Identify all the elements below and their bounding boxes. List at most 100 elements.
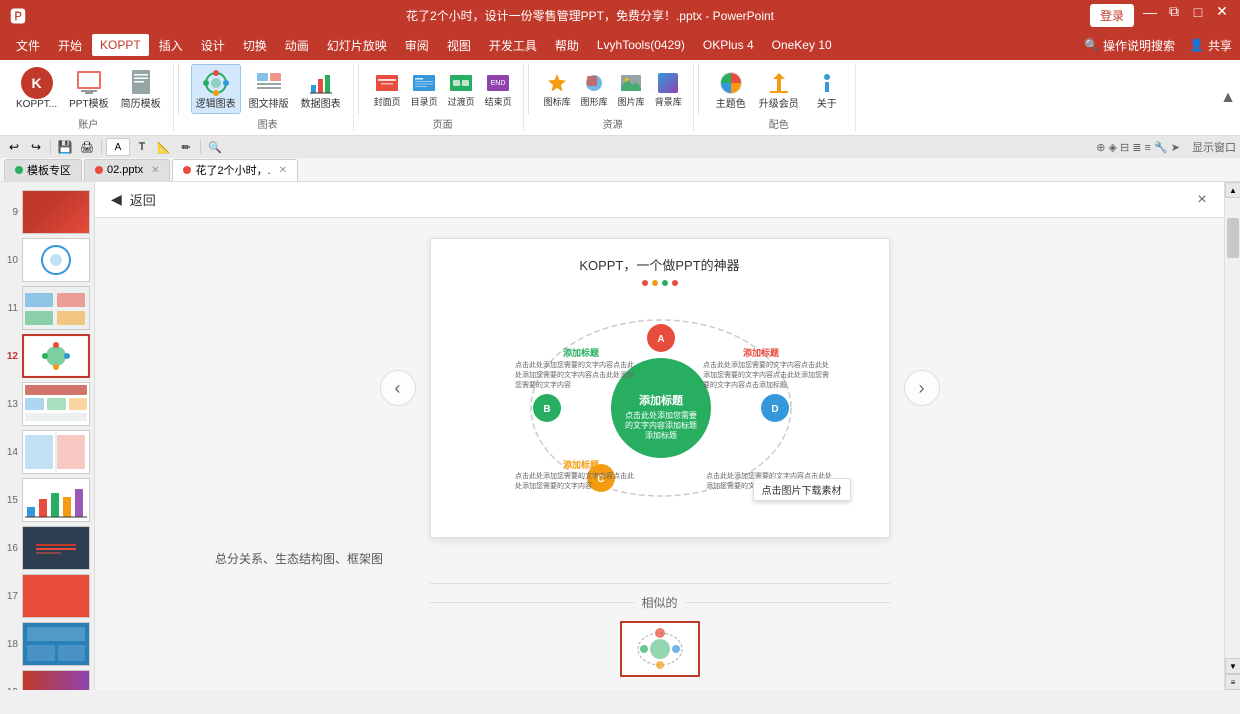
tab-02pptx[interactable]: 02.pptx ✕ bbox=[84, 159, 170, 181]
menu-developer[interactable]: 开发工具 bbox=[481, 33, 545, 58]
similar-item-1[interactable] bbox=[620, 621, 700, 677]
login-button[interactable]: 登录 bbox=[1090, 4, 1134, 27]
slide-num-15: 15 bbox=[4, 495, 18, 506]
slide-thumb-9[interactable]: 9 bbox=[4, 190, 90, 234]
tab-02-close[interactable]: ✕ bbox=[151, 165, 159, 176]
ribbon-btn-ppt-template[interactable]: PPT模板 bbox=[65, 65, 112, 113]
ribbon-btn-text-layout[interactable]: 图文排版 bbox=[245, 65, 293, 113]
tab-main-close[interactable]: ✕ bbox=[279, 165, 287, 176]
qa-font-box[interactable]: A bbox=[106, 138, 130, 156]
slide-img-17[interactable] bbox=[22, 574, 90, 618]
menu-transitions[interactable]: 切换 bbox=[235, 33, 275, 58]
menu-file[interactable]: 文件 bbox=[8, 33, 48, 58]
slide-thumb-17[interactable]: 17 bbox=[4, 574, 90, 618]
ribbon-btn-icon-lib[interactable]: 图标库 bbox=[541, 69, 574, 110]
slide-thumb-16[interactable]: 16 bbox=[4, 526, 90, 570]
ribbon-btn-catalog[interactable]: 目录页 bbox=[408, 69, 441, 110]
ribbon-btn-logic-chart[interactable]: 逻辑图表 bbox=[191, 64, 241, 114]
slide-thumb-19[interactable]: 19 bbox=[4, 670, 90, 690]
diagram-tooltip[interactable]: 点击图片下载素材 bbox=[753, 478, 851, 501]
close-preview-button[interactable]: × bbox=[1192, 190, 1212, 210]
ribbon-btn-theme[interactable]: 主题色 bbox=[711, 65, 751, 113]
qa-save[interactable]: 💾 bbox=[55, 137, 75, 157]
scroll-up-btn[interactable]: ▲ bbox=[1225, 182, 1240, 198]
slide-img-19[interactable] bbox=[22, 670, 90, 690]
qa-search[interactable]: 🔍 bbox=[205, 137, 225, 157]
qa-print[interactable]: 🖨 bbox=[77, 137, 97, 157]
about-icon bbox=[811, 67, 843, 99]
menu-onekey[interactable]: OneKey 10 bbox=[764, 34, 840, 56]
similar-section: 相似的 bbox=[430, 594, 890, 677]
menu-review[interactable]: 审阅 bbox=[397, 33, 437, 58]
search-area[interactable]: 🔍 操作说明搜索 bbox=[1084, 37, 1175, 54]
menu-design[interactable]: 设计 bbox=[193, 33, 233, 58]
minimize-button[interactable]: — bbox=[1142, 4, 1158, 20]
slide-panel[interactable]: 9 10 11 bbox=[0, 182, 95, 690]
menu-view[interactable]: 视图 bbox=[439, 33, 479, 58]
slide-thumb-12[interactable]: 12 bbox=[4, 334, 90, 378]
dot-1 bbox=[642, 280, 648, 286]
ribbon-btn-shape-lib[interactable]: 图形库 bbox=[578, 69, 611, 110]
show-panel-btn[interactable]: 显示窗口 bbox=[1192, 139, 1236, 155]
svg-text:END: END bbox=[491, 80, 506, 87]
qa-text-style[interactable]: T bbox=[132, 137, 152, 157]
slide-img-16[interactable] bbox=[22, 526, 90, 570]
ribbon-collapse-btn[interactable]: ▲ bbox=[1220, 89, 1236, 107]
scroll-down-btn[interactable]: ▼ bbox=[1225, 658, 1240, 674]
ribbon-btn-transition[interactable]: → 过渡页 bbox=[445, 69, 478, 110]
slide-img-14[interactable] bbox=[22, 430, 90, 474]
slide-num-18: 18 bbox=[4, 639, 18, 650]
slide-img-15[interactable] bbox=[22, 478, 90, 522]
scroll-extra-btn[interactable]: ≡ bbox=[1225, 674, 1240, 690]
qa-undo[interactable]: ↩ bbox=[4, 137, 24, 157]
slide-thumb-15[interactable]: 15 bbox=[4, 478, 90, 522]
slide-thumb-18[interactable]: 18 bbox=[4, 622, 90, 666]
slide-img-10[interactable] bbox=[22, 238, 90, 282]
ribbon-btn-end[interactable]: END 结束页 bbox=[482, 69, 515, 110]
preview-panel: ◀ 返回 × ‹ KOPPT，一个做PPT的神器 bbox=[95, 182, 1224, 690]
ribbon-btn-upgrade[interactable]: 升级会员 bbox=[755, 65, 803, 113]
ribbon-btn-image-lib[interactable]: 图片库 bbox=[615, 69, 648, 110]
menu-insert[interactable]: 插入 bbox=[151, 33, 191, 58]
svg-text:添加标题: 添加标题 bbox=[639, 393, 684, 407]
ribbon-btn-data-chart[interactable]: 数据图表 bbox=[297, 65, 345, 113]
next-slide-button[interactable]: › bbox=[904, 370, 940, 406]
share-button[interactable]: 共享 bbox=[1208, 37, 1232, 54]
slide-thumb-11[interactable]: 11 bbox=[4, 286, 90, 330]
ribbon-btn-resume[interactable]: 简历模板 bbox=[117, 65, 165, 113]
slide-img-11[interactable] bbox=[22, 286, 90, 330]
menu-slideshow[interactable]: 幻灯片放映 bbox=[319, 33, 395, 58]
tab-bar: 模板专区 02.pptx ✕ 花了2个小时，. ✕ bbox=[0, 158, 1240, 182]
slide-img-12[interactable] bbox=[22, 334, 90, 378]
menu-help[interactable]: 帮助 bbox=[547, 33, 587, 58]
similar-line-right bbox=[686, 602, 890, 603]
close-button[interactable]: ✕ bbox=[1214, 4, 1230, 20]
tab-main[interactable]: 花了2个小时，. ✕ bbox=[172, 159, 298, 181]
slide-img-13[interactable] bbox=[22, 382, 90, 426]
qa-redo[interactable]: ↪ bbox=[26, 137, 46, 157]
back-button[interactable]: ◀ 返回 bbox=[111, 190, 156, 209]
menu-koppt[interactable]: KOPPT bbox=[92, 34, 149, 56]
prev-slide-button[interactable]: ‹ bbox=[380, 370, 416, 406]
tab-template[interactable]: 模板专区 bbox=[4, 159, 82, 181]
slide-thumb-10[interactable]: 10 bbox=[4, 238, 90, 282]
slide-thumb-13[interactable]: 13 bbox=[4, 382, 90, 426]
menu-okplus[interactable]: OKPlus 4 bbox=[695, 34, 762, 56]
menu-lvyhtools[interactable]: LvyhTools(0429) bbox=[589, 34, 693, 56]
ribbon-btn-about[interactable]: 关于 bbox=[807, 65, 847, 113]
svg-text:添加标题: 添加标题 bbox=[562, 347, 599, 358]
slide-img-9[interactable] bbox=[22, 190, 90, 234]
menu-animations[interactable]: 动画 bbox=[277, 33, 317, 58]
scroll-thumb[interactable] bbox=[1227, 218, 1239, 258]
scroll-track bbox=[1225, 198, 1240, 658]
menu-start[interactable]: 开始 bbox=[50, 33, 90, 58]
maximize-button[interactable]: □ bbox=[1190, 4, 1206, 20]
slide-img-18[interactable] bbox=[22, 622, 90, 666]
ribbon-btn-cover[interactable]: 封面页 bbox=[371, 69, 404, 110]
ribbon-btn-koppt[interactable]: K KOPPT... bbox=[12, 65, 61, 113]
ribbon-btn-bg-lib[interactable]: 背景库 bbox=[652, 69, 685, 110]
qa-pencil[interactable]: ✏ bbox=[176, 137, 196, 157]
slide-thumb-14[interactable]: 14 bbox=[4, 430, 90, 474]
qa-arrange[interactable]: 📐 bbox=[154, 137, 174, 157]
restore-button[interactable]: ⧉ bbox=[1166, 4, 1182, 20]
